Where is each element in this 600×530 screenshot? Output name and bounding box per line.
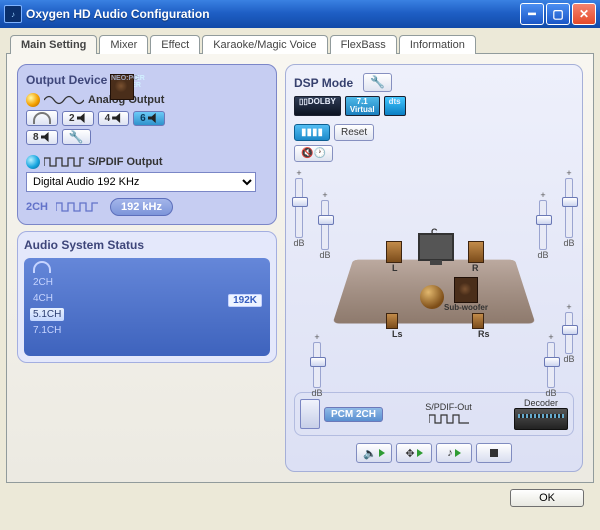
play-speakers-button[interactable]: 🔈 [356, 443, 392, 463]
output-device-heading: Output Device [26, 73, 268, 87]
output-device-panel: Output Device Analog Output 2 4 6 8 🔧 [17, 64, 277, 225]
slider-right-outer[interactable]: +dB [558, 168, 580, 248]
close-button[interactable]: ✕ [572, 3, 596, 25]
maximize-button[interactable]: ▢ [546, 3, 570, 25]
music-icon: ♪ [447, 447, 453, 459]
channel-4-button[interactable]: 4 [98, 111, 130, 126]
spdif-format-select[interactable]: Digital Audio 192 KHz [26, 172, 256, 192]
virtual-speaker-badge[interactable]: 7.1VirtualSPEAKER SHIFTER [345, 96, 380, 116]
dsp-settings-button[interactable]: 🔧 [363, 73, 392, 92]
play-icon [455, 449, 461, 457]
slider-sub[interactable]: +dB [558, 302, 580, 364]
wrench-icon: 🔧 [370, 75, 385, 89]
clock-icon: 🕐 [313, 148, 325, 159]
bars-icon: ▮▮▮▮ [301, 127, 323, 138]
sample-rate-badge: 192 kHz [110, 198, 173, 216]
status-rate-flag: 192K [228, 294, 262, 307]
channel-2-button[interactable]: 2 [62, 111, 94, 126]
slider-ls[interactable]: +dB [306, 332, 328, 398]
spdif-output-label: S/PDIF Output [88, 156, 163, 168]
pcm-badge: PCM 2CH [324, 407, 383, 422]
speaker-r[interactable] [468, 241, 484, 263]
mute-timer-button[interactable]: 🔇🕐 [294, 145, 333, 162]
reset-button[interactable]: Reset [334, 124, 374, 141]
main-setting-page: Output Device Analog Output 2 4 6 8 🔧 [6, 53, 594, 483]
sine-wave-icon [44, 93, 84, 107]
playback-controls: 🔈 ✥ ♪ [294, 443, 574, 463]
square-wave-icon [44, 156, 84, 168]
analog-indicator-icon [26, 93, 40, 107]
listener-icon[interactable] [420, 285, 444, 309]
title-bar: ♪ Oxygen HD Audio Configuration ━ ▢ ✕ [0, 0, 600, 28]
stop-button[interactable] [476, 443, 512, 463]
status-meter: 2CH 4CH 5.1CH 7.1CH 192K [24, 258, 270, 356]
audio-status-panel: Audio System Status 2CH 4CH 5.1CH 7.1CH … [17, 231, 277, 363]
tab-karaoke[interactable]: Karaoke/Magic Voice [202, 35, 327, 54]
spdif-indicator-icon [26, 155, 40, 169]
spdif-out-label: S/PDIF-Out [425, 402, 472, 412]
signal-path-panel: PCM 2CH S/PDIF-Out Decoder [294, 392, 574, 436]
slider-right[interactable]: +dB [532, 190, 554, 260]
headphone-icon [33, 112, 51, 124]
dsp-mode-heading: DSP Mode [294, 76, 353, 90]
volume-bars-button[interactable]: ▮▮▮▮ [294, 124, 330, 141]
speaker-mute-icon: 🔇 [301, 148, 313, 159]
slider-left[interactable]: +dB [314, 190, 336, 260]
play-icon [379, 449, 385, 457]
speaker-icon [41, 132, 51, 142]
status-heading: Audio System Status [24, 238, 270, 252]
surround-icon: ✥ [405, 447, 414, 460]
speaker-l[interactable] [386, 241, 402, 263]
tab-effect[interactable]: Effect [150, 35, 200, 54]
status-row-51ch: 5.1CH [30, 308, 64, 321]
status-row-71ch: 7.1CH [30, 324, 64, 337]
tab-mixer[interactable]: Mixer [99, 35, 148, 54]
status-row-2ch: 2CH [30, 276, 56, 289]
play-music-button[interactable]: ♪ [436, 443, 472, 463]
status-row-4ch: 4CH [30, 292, 56, 305]
status-row-hp [30, 260, 54, 277]
channel-8-button[interactable]: 8 [26, 130, 58, 145]
play-surround-button[interactable]: ✥ [396, 443, 432, 463]
spdif-channels-label: 2CH [26, 201, 48, 213]
wrench-icon: 🔧 [69, 131, 84, 143]
speaker-icon [148, 113, 158, 123]
ok-button[interactable]: OK [510, 489, 584, 507]
slider-left-outer[interactable]: +dB [288, 168, 310, 248]
window-title: Oxygen HD Audio Configuration [26, 7, 520, 21]
app-icon: ♪ [4, 5, 22, 23]
headphone-button[interactable] [26, 110, 58, 126]
play-icon [417, 449, 423, 457]
subwoofer-icon[interactable] [454, 277, 478, 303]
speaker-icon: 🔈 [363, 447, 377, 460]
stop-icon [490, 449, 498, 457]
speaker-rs[interactable] [472, 313, 484, 329]
speaker-icon [77, 113, 87, 123]
dolby-badge[interactable]: ▯▯DOLBYPRO LOGIC IIx [294, 96, 341, 116]
square-wave-icon [429, 412, 469, 426]
speaker-room-visual: +dB +dB +dB +dB +dB +dB [294, 168, 574, 388]
channel-6-button[interactable]: 6 [133, 111, 165, 126]
tab-strip: Main Setting Mixer Effect Karaoke/Magic … [10, 34, 594, 53]
decoder-label: Decoder [524, 398, 558, 408]
speaker-ls[interactable] [386, 313, 398, 329]
dts-badge[interactable]: dtsNEO:PC [384, 96, 406, 116]
speaker-icon [112, 113, 122, 123]
minimize-button[interactable]: ━ [520, 3, 544, 25]
tab-information[interactable]: Information [399, 35, 476, 54]
monitor-icon [418, 233, 454, 261]
pc-tower-icon [300, 399, 320, 429]
tab-flexbass[interactable]: FlexBass [330, 35, 397, 54]
analog-settings-button[interactable]: 🔧 [62, 129, 91, 145]
square-wave-icon [56, 200, 102, 214]
decoder-icon [514, 408, 568, 430]
tab-main-setting[interactable]: Main Setting [10, 35, 97, 54]
